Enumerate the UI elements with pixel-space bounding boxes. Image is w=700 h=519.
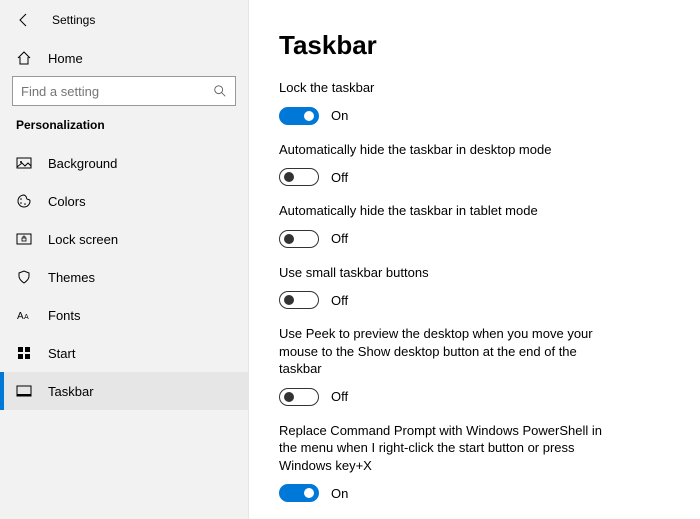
- home-label: Home: [48, 51, 83, 66]
- nav-label: Background: [48, 156, 117, 171]
- picture-icon: [16, 155, 32, 171]
- nav-label: Taskbar: [48, 384, 94, 399]
- toggle-state: Off: [331, 231, 348, 246]
- setting-lock: Lock the taskbar On: [279, 79, 670, 125]
- setting-peek: Use Peek to preview the desktop when you…: [279, 325, 670, 406]
- setting-autohide-tablet: Automatically hide the taskbar in tablet…: [279, 202, 670, 248]
- setting-small-buttons: Use small taskbar buttons Off: [279, 264, 670, 310]
- taskbar-icon: [16, 383, 32, 399]
- sidebar: Settings Home Personalization Background…: [0, 0, 249, 519]
- lockscreen-icon: [16, 231, 32, 247]
- nav-item-themes[interactable]: Themes: [0, 258, 248, 296]
- toggle-state: Off: [331, 293, 348, 308]
- setting-label: Use Peek to preview the desktop when you…: [279, 325, 619, 378]
- search-box[interactable]: [12, 76, 236, 106]
- search-icon: [213, 84, 227, 98]
- toggle-peek[interactable]: [279, 388, 319, 406]
- toggle-state: On: [331, 486, 348, 501]
- toggle-state: Off: [331, 389, 348, 404]
- search-input[interactable]: [13, 77, 235, 105]
- sidebar-header: Settings: [0, 0, 248, 40]
- toggle-state: On: [331, 108, 348, 123]
- setting-label: Use small taskbar buttons: [279, 264, 619, 282]
- nav-item-lockscreen[interactable]: Lock screen: [0, 220, 248, 258]
- setting-label: Replace Command Prompt with Windows Powe…: [279, 422, 619, 475]
- back-button[interactable]: [16, 12, 32, 28]
- palette-icon: [16, 193, 32, 209]
- nav-item-background[interactable]: Background: [0, 144, 248, 182]
- page-title: Taskbar: [279, 30, 670, 61]
- setting-label: Automatically hide the taskbar in tablet…: [279, 202, 619, 220]
- toggle-state: Off: [331, 170, 348, 185]
- app-title: Settings: [52, 13, 95, 27]
- nav-label: Lock screen: [48, 232, 118, 247]
- category-label: Personalization: [0, 116, 248, 144]
- home-icon: [16, 50, 32, 66]
- nav-item-colors[interactable]: Colors: [0, 182, 248, 220]
- toggle-powershell[interactable]: [279, 484, 319, 502]
- nav-list: Background Colors Lock screen Themes AA …: [0, 144, 248, 410]
- nav-label: Start: [48, 346, 75, 361]
- svg-text:A: A: [24, 314, 29, 321]
- toggle-small-buttons[interactable]: [279, 291, 319, 309]
- setting-label: Automatically hide the taskbar in deskto…: [279, 141, 619, 159]
- toggle-autohide-tablet[interactable]: [279, 230, 319, 248]
- toggle-lock[interactable]: [279, 107, 319, 125]
- nav-label: Fonts: [48, 308, 81, 323]
- nav-item-fonts[interactable]: AA Fonts: [0, 296, 248, 334]
- toggle-autohide-desktop[interactable]: [279, 168, 319, 186]
- svg-text:A: A: [17, 311, 24, 322]
- setting-autohide-desktop: Automatically hide the taskbar in deskto…: [279, 141, 670, 187]
- nav-item-taskbar[interactable]: Taskbar: [0, 372, 248, 410]
- setting-powershell: Replace Command Prompt with Windows Powe…: [279, 422, 670, 503]
- start-icon: [16, 345, 32, 361]
- nav-item-start[interactable]: Start: [0, 334, 248, 372]
- nav-label: Themes: [48, 270, 95, 285]
- nav-label: Colors: [48, 194, 86, 209]
- main-content: Taskbar Lock the taskbar On Automaticall…: [249, 0, 700, 519]
- themes-icon: [16, 269, 32, 285]
- home-link[interactable]: Home: [0, 40, 248, 76]
- setting-label: Lock the taskbar: [279, 79, 619, 97]
- fonts-icon: AA: [16, 307, 32, 323]
